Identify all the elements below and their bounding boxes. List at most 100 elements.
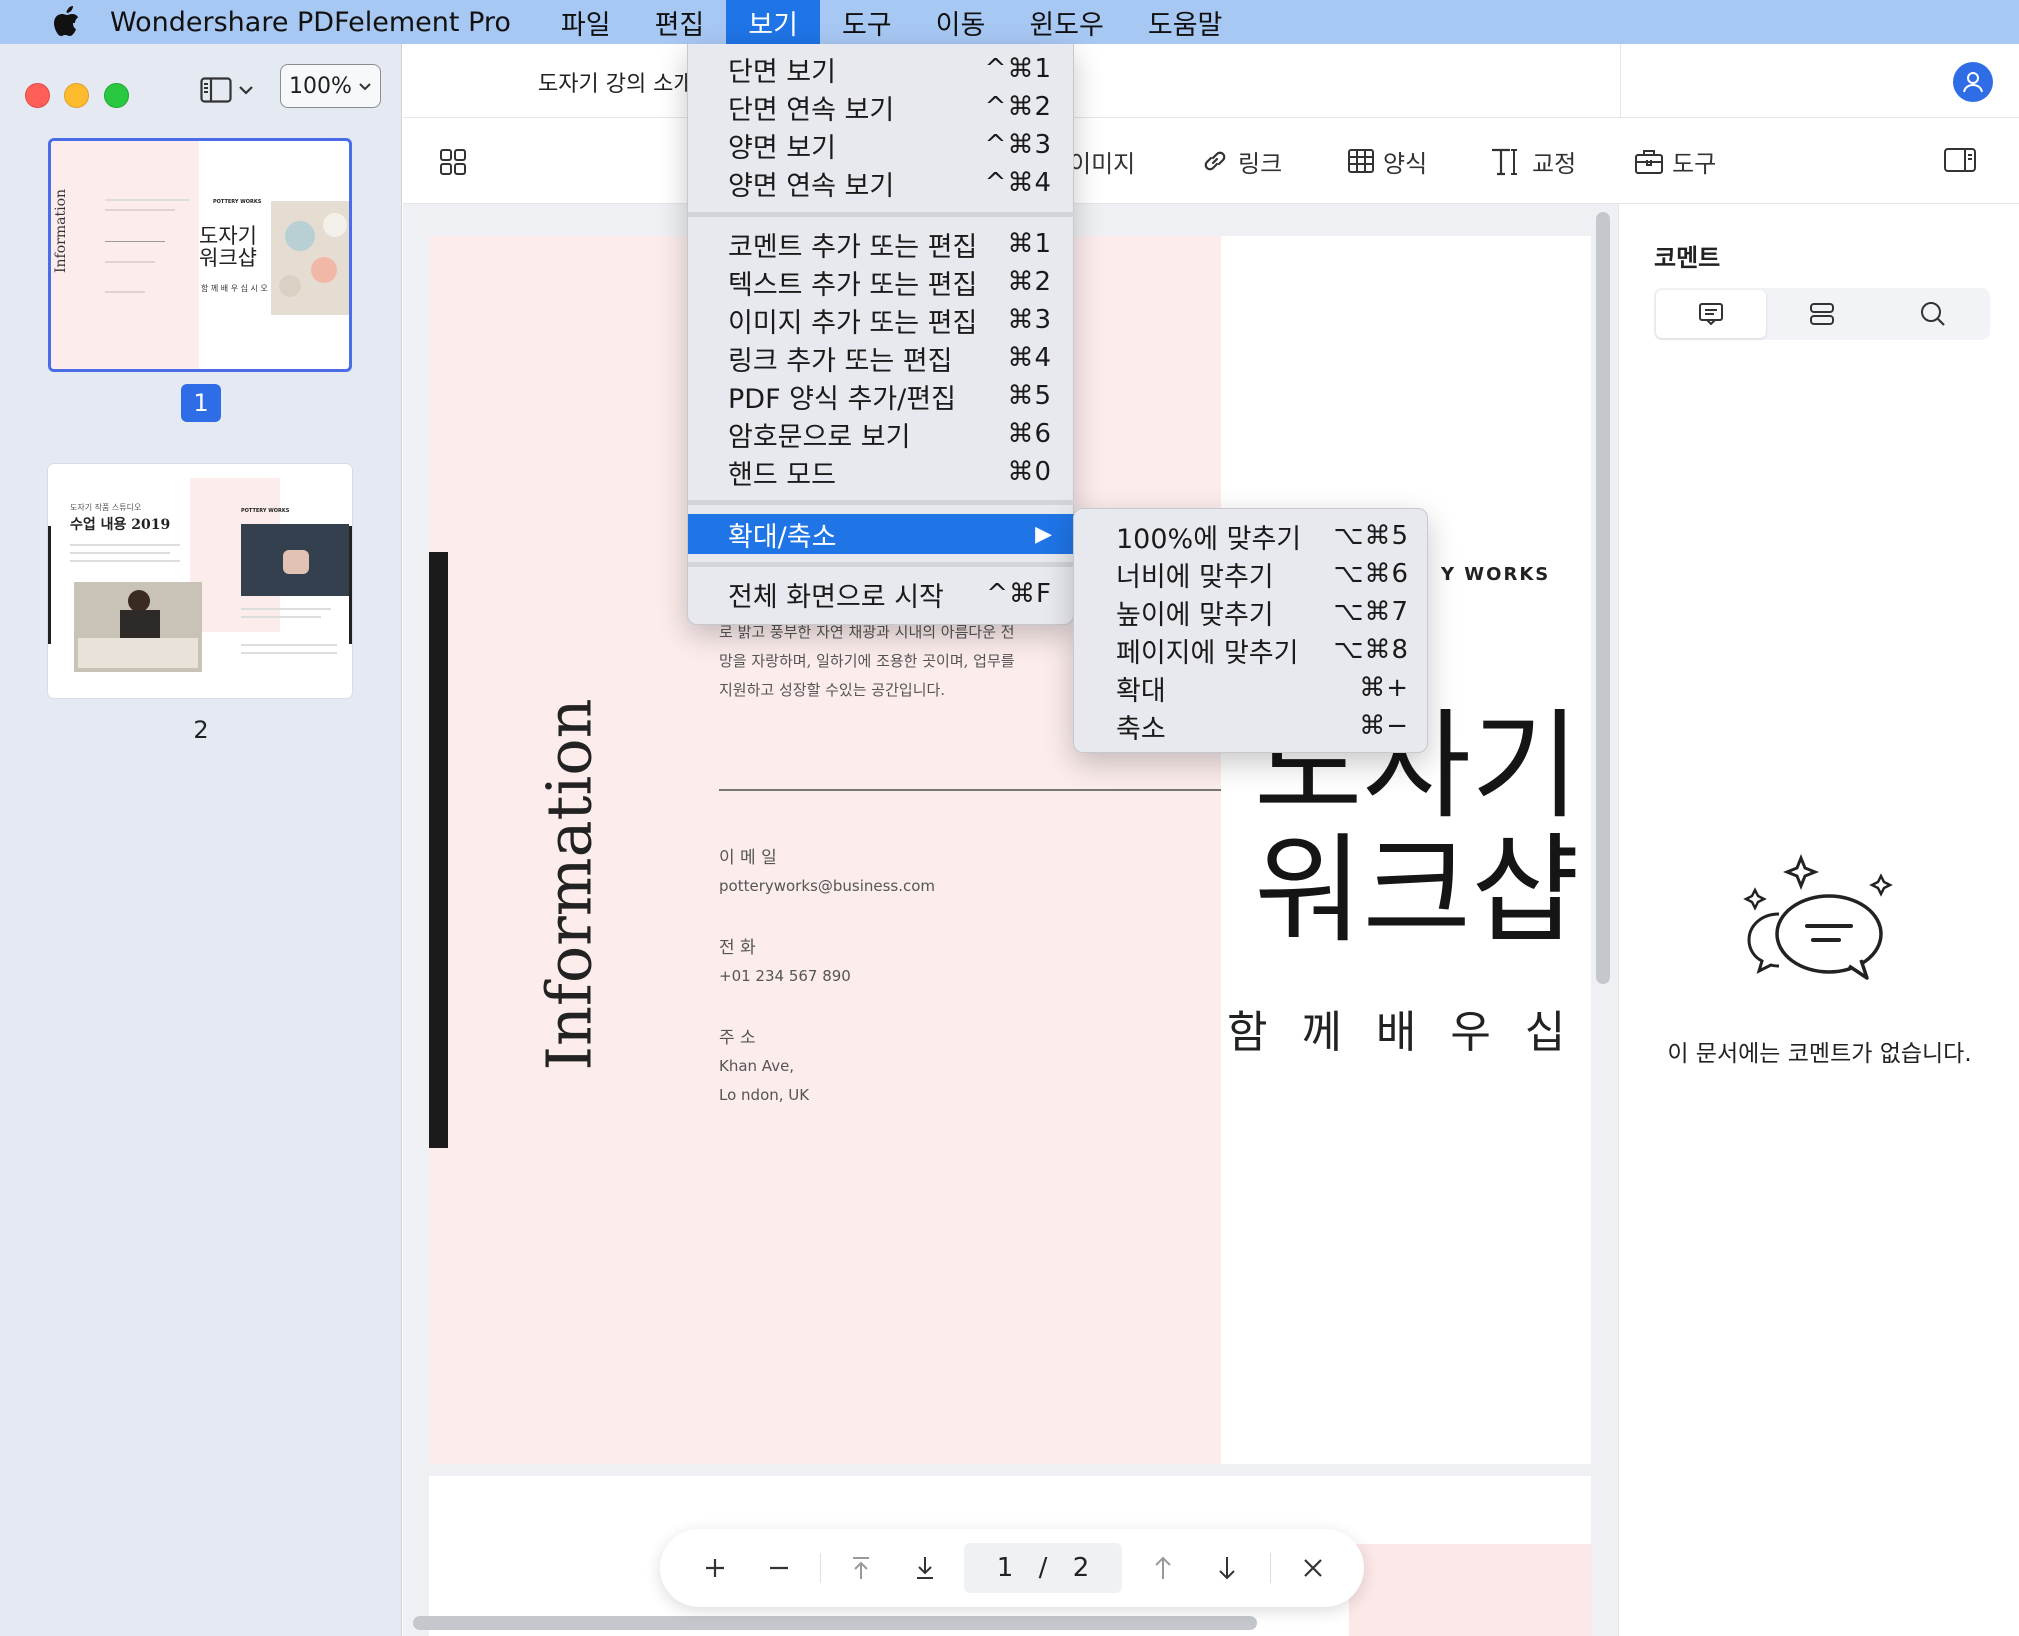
account-button[interactable] xyxy=(1953,62,1993,102)
comment-icon xyxy=(1699,303,1723,326)
menu-item-single-continuous[interactable]: 단면 연속 보기 ^⌘2 xyxy=(688,88,1074,126)
toolbox-icon xyxy=(1635,150,1663,174)
minimize-window-button[interactable] xyxy=(64,83,89,108)
menu-item-label: 전체 화면으로 시작 xyxy=(728,581,944,613)
grid-view-button[interactable] xyxy=(439,148,467,180)
menu-help[interactable]: 도움말 xyxy=(1126,0,1245,44)
close-navigator-button[interactable] xyxy=(1296,1551,1330,1585)
tab-search[interactable] xyxy=(1878,290,1988,338)
menu-item-label: 양면 연속 보기 xyxy=(728,170,895,202)
menu-item-label: 축소 xyxy=(1116,713,1166,745)
menu-item-two-page[interactable]: 양면 보기 ^⌘3 xyxy=(688,126,1074,164)
toggle-right-panel-button[interactable] xyxy=(1943,146,1977,178)
next-page-button[interactable] xyxy=(1210,1551,1244,1585)
menu-bar: Wondershare PDFelement Pro 파일 편집 보기 도구 이… xyxy=(0,0,2019,44)
zoom-in-button[interactable] xyxy=(698,1551,732,1585)
menu-item-shortcut: ⌘− xyxy=(1359,711,1409,741)
menu-go[interactable]: 이동 xyxy=(914,0,1008,44)
comment-panel: 코멘트 이 문서에는 코멘트가 없습니다. xyxy=(1618,204,2019,1636)
page-navigator: 1 / 2 xyxy=(660,1529,1364,1607)
previous-page-button[interactable] xyxy=(1146,1551,1180,1585)
submenu-arrow-icon: ▶ xyxy=(1035,521,1052,547)
menu-item-edit-image[interactable]: 이미지 추가 또는 편집 ⌘3 xyxy=(688,301,1074,339)
divider xyxy=(820,1553,821,1583)
tab-list[interactable] xyxy=(1767,290,1877,338)
menu-item-edit-form[interactable]: PDF 양식 추가/편집 ⌘5 xyxy=(688,377,1074,415)
menu-item-shortcut: ⌘+ xyxy=(1359,673,1409,703)
phone-value: +01 234 567 890 xyxy=(719,967,851,985)
menu-item-fit-page[interactable]: 페이지에 맞추기 ⌥⌘8 xyxy=(1074,631,1427,669)
panel-title: 코멘트 xyxy=(1654,244,1721,272)
minus-icon xyxy=(770,1566,788,1570)
menu-item-label: 확대 xyxy=(1116,675,1166,707)
thumb2-title: 수업 내용 2019 xyxy=(70,517,171,533)
toolbar-tools-button[interactable]: 도구 xyxy=(1634,144,1716,178)
menu-tools[interactable]: 도구 xyxy=(820,0,914,44)
menu-item-single-page[interactable]: 단면 보기 ^⌘1 xyxy=(688,50,1074,88)
toolbar-form-button[interactable]: 양식 xyxy=(1347,144,1427,178)
menu-item-shortcut: ⌥⌘7 xyxy=(1333,597,1409,627)
toolbar-link-button[interactable]: 링크 xyxy=(1200,144,1282,178)
tab-comments[interactable] xyxy=(1656,290,1766,338)
menu-file[interactable]: 파일 xyxy=(539,0,633,44)
document-tab[interactable]: 도자기 강의 소개 xyxy=(538,66,694,98)
menu-view[interactable]: 보기 xyxy=(726,0,820,44)
arrow-to-top-icon xyxy=(853,1557,869,1579)
divider xyxy=(1620,44,1621,118)
sidebar-toggle-button[interactable] xyxy=(200,68,262,112)
address-line-2: Lo ndon, UK xyxy=(719,1086,810,1104)
menu-item-two-page-continuous[interactable]: 양면 연속 보기 ^⌘4 xyxy=(688,164,1074,202)
horizontal-scrollbar[interactable] xyxy=(413,1616,1257,1630)
page-separator: / xyxy=(1038,1553,1048,1583)
thumb-brand: POTTERY WORKS xyxy=(213,199,262,205)
brand-name: Y WORKS xyxy=(1441,564,1551,585)
menu-item-shortcut: ^⌘3 xyxy=(984,130,1052,160)
menu-window[interactable]: 윈도우 xyxy=(1007,0,1126,44)
menu-item-zoom-out[interactable]: 축소 ⌘− xyxy=(1074,707,1427,745)
menu-item-shortcut: ⌘2 xyxy=(1007,267,1052,297)
arrow-up-icon xyxy=(1155,1556,1171,1579)
thumb2-photo-2 xyxy=(241,524,349,596)
menu-item-zoom[interactable]: 확대/축소 ▶ xyxy=(688,514,1074,554)
zoom-window-button[interactable] xyxy=(104,83,129,108)
toolbar-image-button[interactable]: 이미지 xyxy=(1069,144,1135,178)
menu-item-fit-height[interactable]: 높이에 맞추기 ⌥⌘7 xyxy=(1074,593,1427,631)
page-number-input[interactable]: 1 / 2 xyxy=(964,1543,1122,1593)
menu-item-fit-actual-size[interactable]: 100%에 맞추기 ⌥⌘5 xyxy=(1074,517,1427,555)
zoom-out-button[interactable] xyxy=(762,1551,796,1585)
link-icon xyxy=(1204,151,1226,171)
body-line: 망을 자랑하며, 일하기에 조용한 곳이며, 업무를 xyxy=(719,652,1015,670)
toolbar-label: 이미지 xyxy=(1069,149,1136,178)
last-page-button[interactable] xyxy=(908,1551,942,1585)
apple-icon[interactable] xyxy=(40,0,92,44)
menu-item-edit-comment[interactable]: 코멘트 추가 또는 편집 ⌘1 xyxy=(688,225,1074,263)
menu-item-label: 핸드 모드 xyxy=(728,459,836,491)
address-line-1: Khan Ave, xyxy=(719,1057,795,1075)
menu-item-redaction-view[interactable]: 암호문으로 보기 ⌘6 xyxy=(688,415,1074,453)
menu-item-label: 확대/축소 xyxy=(728,521,837,553)
menu-item-zoom-in[interactable]: 확대 ⌘+ xyxy=(1074,669,1427,707)
menu-edit[interactable]: 편집 xyxy=(633,0,727,44)
vertical-scrollbar[interactable] xyxy=(1596,212,1610,984)
chevron-down-icon xyxy=(359,82,371,90)
page-thumbnail-2[interactable]: 도자기 작품 스튜디오 수업 내용 2019 POTTERY WORKS xyxy=(48,464,352,698)
app-name-menu[interactable]: Wondershare PDFelement Pro xyxy=(110,7,511,38)
comment-tab-bar xyxy=(1654,288,1990,340)
menu-item-shortcut: ⌘4 xyxy=(1007,343,1052,373)
page-thumbnail-1[interactable]: Information POTTERY WORKS 도자기 워크샵 함 께 배 … xyxy=(48,138,352,372)
menu-item-edit-link[interactable]: 링크 추가 또는 편집 ⌘4 xyxy=(688,339,1074,377)
menu-item-fullscreen[interactable]: 전체 화면으로 시작 ^⌘F xyxy=(688,575,1074,613)
menu-item-label: 링크 추가 또는 편집 xyxy=(728,345,953,377)
close-window-button[interactable] xyxy=(25,83,50,108)
page-pink-panel xyxy=(1349,1544,1591,1636)
menu-item-fit-width[interactable]: 너비에 맞추기 ⌥⌘6 xyxy=(1074,555,1427,593)
first-page-button[interactable] xyxy=(844,1551,878,1585)
toolbar-redact-button[interactable]: 교정 xyxy=(1490,144,1576,178)
list-icon xyxy=(1810,303,1834,325)
zoom-submenu: 100%에 맞추기 ⌥⌘5 너비에 맞추기 ⌥⌘6 높이에 맞추기 ⌥⌘7 페이… xyxy=(1073,508,1428,753)
zoom-select[interactable]: 100% xyxy=(280,64,381,108)
menu-item-hand-mode[interactable]: 핸드 모드 ⌘0 xyxy=(688,453,1074,491)
chevron-down-icon xyxy=(239,86,253,95)
email-label: 이 메 일 xyxy=(719,848,777,868)
menu-item-edit-text[interactable]: 텍스트 추가 또는 편집 ⌘2 xyxy=(688,263,1074,301)
